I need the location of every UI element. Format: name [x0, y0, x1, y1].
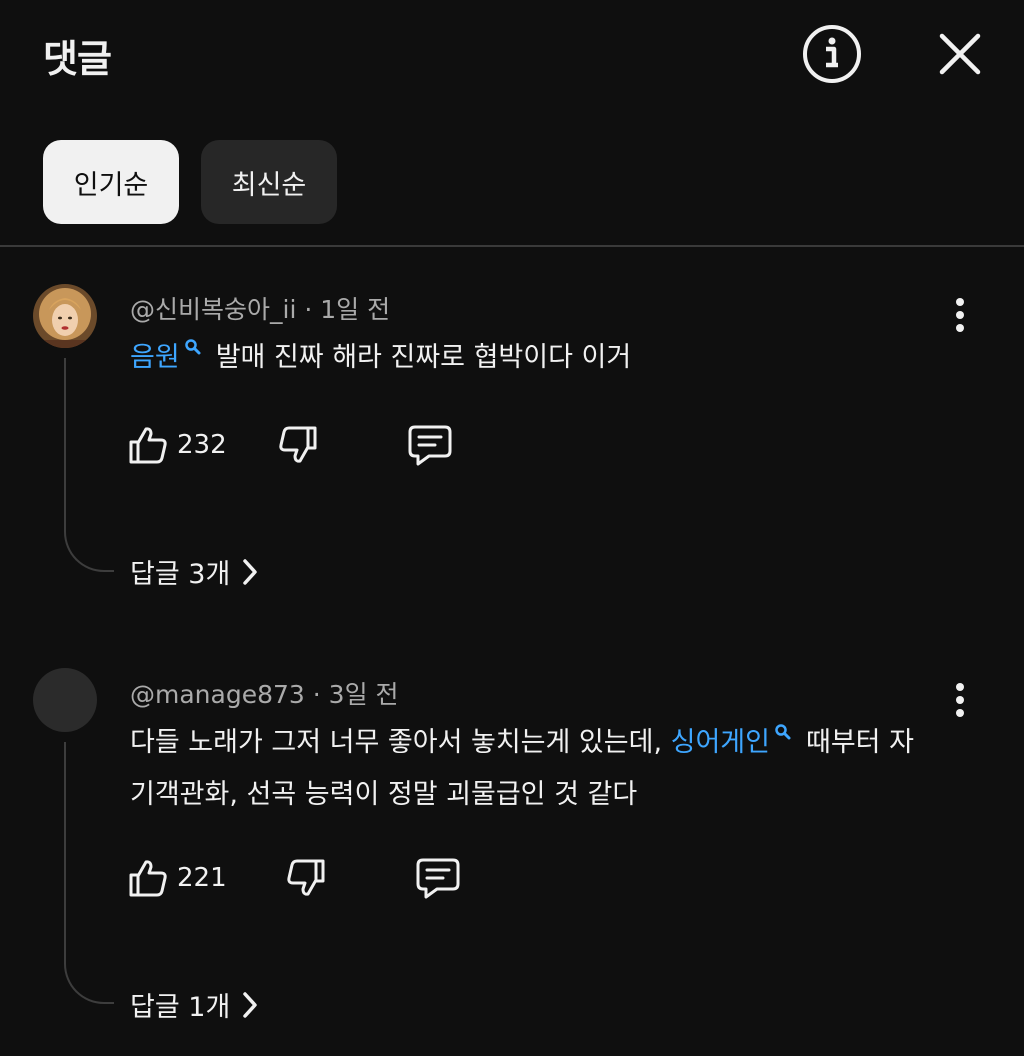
like-button[interactable]: 221 — [127, 857, 227, 899]
more-vert-icon — [956, 683, 964, 717]
comment-text: 다들 노래가 그저 너무 좋아서 놓치는게 있는데, 싱어게인 때부터 자기객관화… — [130, 717, 920, 821]
view-replies-button[interactable]: 답글 3개 — [130, 552, 258, 591]
avatar[interactable] — [33, 284, 97, 348]
comment-text-part: 발매 진짜 해라 진짜로 협박이다 이거 — [215, 342, 632, 373]
close-button[interactable] — [928, 22, 992, 86]
view-replies-button[interactable]: 답글 1개 — [130, 985, 258, 1024]
comment-time: 1일 전 — [320, 295, 391, 324]
replies-label: 답글 1개 — [130, 992, 231, 1023]
info-button[interactable] — [800, 22, 864, 86]
search-icon — [184, 339, 201, 355]
info-icon — [803, 25, 861, 83]
meta-separator: · — [312, 680, 329, 709]
comment-actions: 232 — [127, 420, 453, 470]
thumbs-down-icon — [278, 426, 317, 463]
like-count: 221 — [177, 863, 227, 893]
dislike-button[interactable] — [277, 424, 319, 466]
reply-button[interactable] — [407, 423, 453, 467]
page-title: 댓글 — [43, 37, 112, 81]
avatar-image — [33, 284, 97, 348]
search-icon — [775, 724, 791, 740]
like-button[interactable]: 232 — [127, 424, 227, 466]
replies-label: 답글 3개 — [130, 559, 231, 590]
more-vert-icon — [956, 298, 964, 332]
reply-comment-icon — [416, 858, 460, 899]
sort-chips: 인기순 최신순 — [43, 140, 337, 224]
more-options-button[interactable] — [935, 290, 985, 340]
thumbs-up-icon — [129, 860, 167, 897]
divider — [0, 245, 1024, 247]
comment-actions: 221 — [127, 853, 461, 903]
reply-button[interactable] — [415, 856, 461, 900]
comment-author[interactable]: @신비복숭아_ii — [130, 295, 296, 324]
thumbs-down-icon — [286, 859, 325, 896]
close-icon — [939, 33, 981, 75]
comment-meta: @신비복숭아_ii · 1일 전 — [130, 290, 390, 326]
thread-line — [64, 742, 114, 1004]
comments-header: 댓글 — [0, 0, 1024, 110]
comment-item: @신비복숭아_ii · 1일 전 음원 발매 진짜 해라 진짜로 협박이다 이거 … — [0, 280, 1024, 610]
comment-item: @manage873 · 3일 전 다들 노래가 그저 너무 좋아서 놓치는게 … — [0, 665, 1024, 1045]
comment-meta: @manage873 · 3일 전 — [130, 675, 399, 711]
search-link[interactable]: 싱어게인 — [671, 727, 770, 758]
thread-line — [64, 358, 114, 572]
sort-chip-popular[interactable]: 인기순 — [43, 140, 179, 224]
avatar[interactable] — [33, 668, 97, 732]
more-options-button[interactable] — [935, 675, 985, 725]
chevron-right-icon — [243, 991, 258, 1018]
dislike-button[interactable] — [285, 857, 327, 899]
comment-text-part: 다들 노래가 그저 너무 좋아서 놓치는게 있는데, — [130, 727, 671, 758]
reply-comment-icon — [408, 425, 452, 466]
comment-time: 3일 전 — [328, 680, 399, 709]
search-link[interactable]: 음원 — [130, 342, 180, 373]
meta-separator: · — [304, 295, 321, 324]
like-count: 232 — [177, 430, 227, 460]
sort-chip-newest[interactable]: 최신순 — [201, 140, 337, 224]
comment-author[interactable]: @manage873 — [130, 680, 305, 709]
comment-text: 음원 발매 진짜 해라 진짜로 협박이다 이거 — [130, 332, 920, 384]
chevron-right-icon — [243, 558, 258, 585]
thumbs-up-icon — [129, 427, 167, 464]
